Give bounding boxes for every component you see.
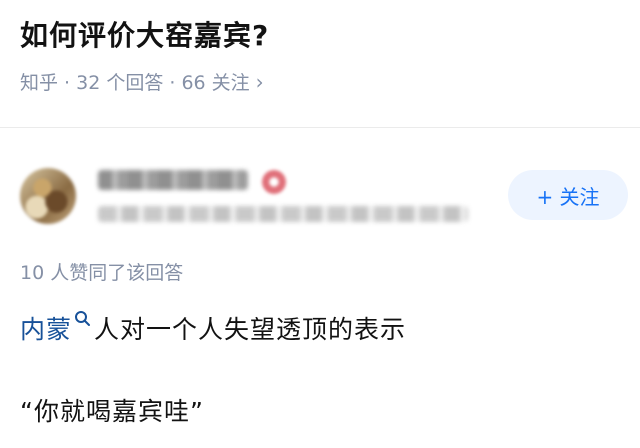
search-icon[interactable] [74,307,92,327]
answer-keyword-link[interactable]: 内蒙 [20,310,72,346]
author-badge-blurred [262,170,286,194]
avatar[interactable] [20,168,76,224]
author-bio-blurred [98,206,468,222]
answer-line: 内蒙 人对一个人失望透顶的表示 [20,310,406,346]
author-name-blurred[interactable] [98,170,248,190]
question-title[interactable]: 如何评价大窑嘉宾? [20,14,269,54]
answer-quote: “你就喝嘉宾哇” [20,397,204,426]
divider [0,127,640,128]
follow-button[interactable]: + 关注 [508,170,628,220]
vote-info: 10 人赞同了该回答 [20,262,184,284]
question-meta-text: 知乎 · 32 个回答 · 66 关注 [20,72,250,94]
question-meta[interactable]: 知乎 · 32 个回答 · 66 关注 › [20,68,264,95]
chevron-right-icon: › [255,69,264,94]
follow-button-label: + 关注 [536,184,600,209]
answer-text: 人对一个人失望透顶的表示 [94,315,407,344]
